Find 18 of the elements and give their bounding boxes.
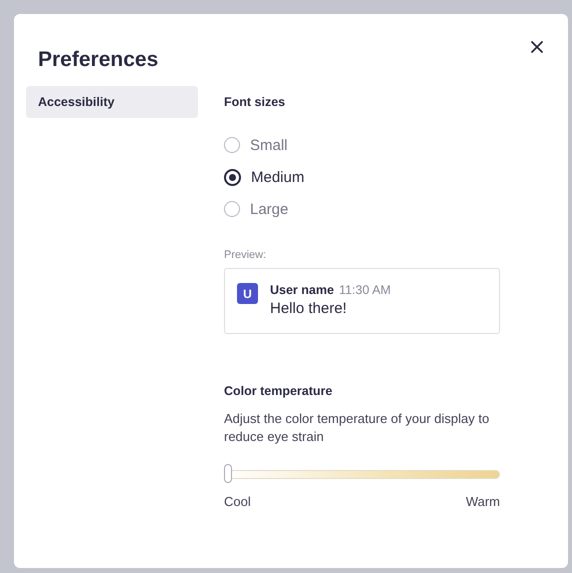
section-heading: Color temperature	[224, 384, 332, 398]
avatar: U	[237, 283, 258, 304]
slider-thumb[interactable]	[224, 464, 232, 483]
user-name: User name	[270, 283, 334, 297]
section-heading: Font sizes	[224, 95, 286, 109]
dialog-title: Preferences	[38, 48, 158, 72]
section-description: Adjust the color temperature of your display to reduce eye strain	[224, 410, 490, 446]
font-size-option[interactable]: Small	[224, 129, 288, 161]
slider-min-label: Cool	[224, 494, 251, 509]
close-icon[interactable]	[528, 38, 546, 56]
message-text: Hello there!	[270, 300, 348, 317]
font-size-option[interactable]: Medium	[224, 161, 304, 193]
sidebar-item[interactable]: Accessibility	[26, 86, 198, 118]
preview-label: Preview:	[224, 249, 266, 261]
message-time: 11:30 AM	[338, 283, 391, 297]
font-size-option[interactable]: Large	[224, 193, 288, 225]
slider-max-label: Warm	[466, 494, 500, 509]
temperature-slider[interactable]	[224, 464, 500, 484]
